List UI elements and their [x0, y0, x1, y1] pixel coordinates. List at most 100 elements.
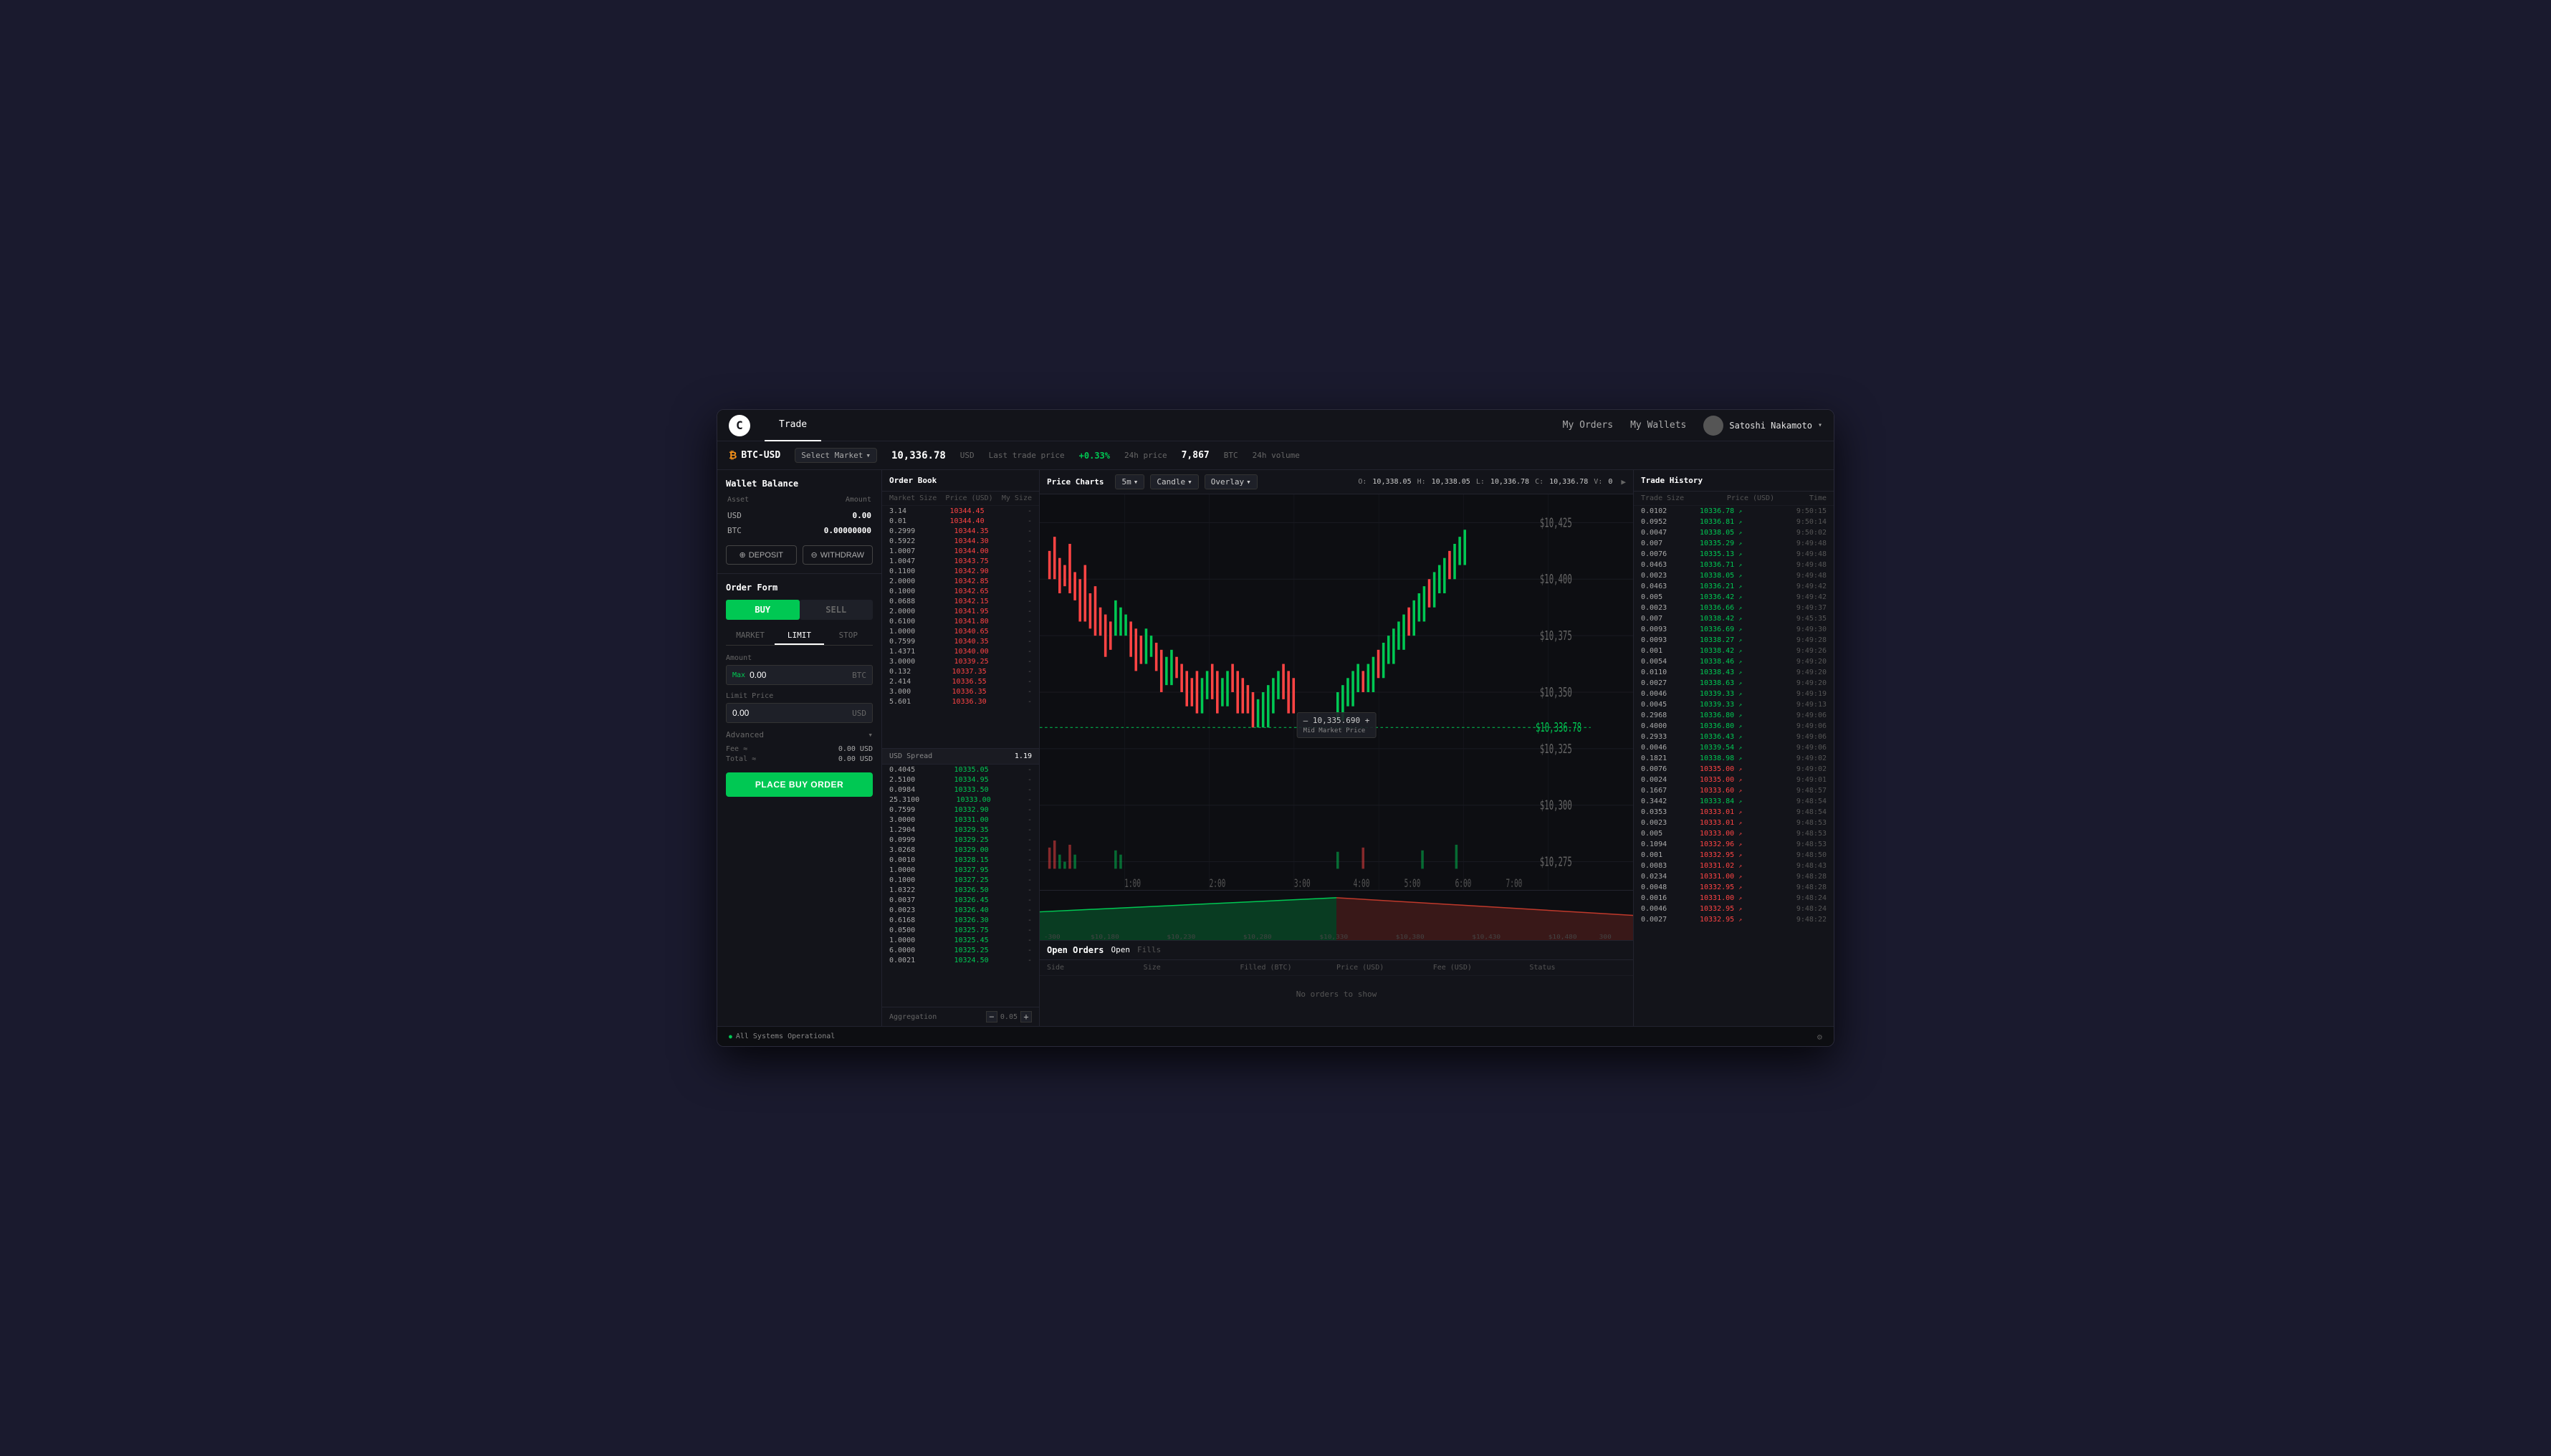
- svg-text:7:00: 7:00: [1506, 878, 1523, 890]
- max-button[interactable]: Max: [732, 671, 745, 679]
- ob-sell-row[interactable]: 3.0000 10339.25 -: [882, 656, 1039, 666]
- trade-history-row: 0.0093 10338.27 ↗ 9:49:28: [1634, 635, 1834, 646]
- ob-buy-row[interactable]: 0.4045 10335.05 -: [882, 765, 1039, 775]
- ob-sell-row[interactable]: 0.0688 10342.15 -: [882, 596, 1039, 606]
- settings-icon[interactable]: ⚙: [1817, 1032, 1822, 1042]
- trade-history-row: 0.001 10338.42 ↗ 9:49:26: [1634, 646, 1834, 656]
- status-bar: ● All Systems Operational ⚙: [717, 1026, 1834, 1046]
- order-type-tabs: MARKET LIMIT STOP: [726, 627, 873, 646]
- chart-type-selector[interactable]: Candle ▾: [1150, 474, 1198, 489]
- ob-sell-row[interactable]: 2.0000 10342.85 -: [882, 576, 1039, 586]
- deposit-button[interactable]: ⊕ DEPOSIT: [726, 545, 797, 565]
- amount-input[interactable]: [750, 666, 852, 684]
- ob-sell-row[interactable]: 1.0007 10344.00 -: [882, 546, 1039, 556]
- minus-icon: ⊖: [810, 550, 817, 560]
- ob-buy-row[interactable]: 0.6168 10326.30 -: [882, 915, 1039, 925]
- svg-text:$10,300: $10,300: [1540, 798, 1572, 813]
- order-form-title: Order Form: [726, 583, 873, 593]
- app-window: C Trade My Orders My Wallets Satoshi Nak…: [717, 409, 1834, 1047]
- amount-group: Amount Max BTC: [726, 654, 873, 685]
- o-label: O:: [1358, 478, 1367, 486]
- ob-buy-row[interactable]: 0.7599 10332.90 -: [882, 805, 1039, 815]
- svg-text:$10,230: $10,230: [1167, 934, 1195, 940]
- ob-buy-row[interactable]: 25.3100 10333.00 -: [882, 795, 1039, 805]
- ob-sell-row[interactable]: 0.1100 10342.90 -: [882, 566, 1039, 576]
- status-text: All Systems Operational: [736, 1033, 835, 1040]
- agg-increase[interactable]: +: [1020, 1011, 1032, 1022]
- stop-tab[interactable]: STOP: [824, 627, 873, 645]
- limit-price-input[interactable]: [732, 704, 852, 722]
- ob-sell-row[interactable]: 0.01 10344.40 -: [882, 516, 1039, 526]
- trade-history-row: 0.0016 10331.00 ↗ 9:48:24: [1634, 893, 1834, 904]
- depth-chart-area: -300 $10,180 $10,230 $10,280 $10,330 $10…: [1040, 890, 1633, 940]
- my-orders-link[interactable]: My Orders: [1563, 420, 1613, 431]
- ob-sell-row[interactable]: 0.6100 10341.80 -: [882, 616, 1039, 626]
- app-logo[interactable]: C: [729, 415, 750, 436]
- overlay-selector[interactable]: Overlay ▾: [1205, 474, 1258, 489]
- ob-buy-row[interactable]: 2.5100 10334.95 -: [882, 775, 1039, 785]
- ob-buy-row[interactable]: 1.0000 10325.45 -: [882, 935, 1039, 945]
- ob-sell-row[interactable]: 2.414 10336.55 -: [882, 676, 1039, 686]
- ob-sell-row[interactable]: 0.7599 10340.35 -: [882, 636, 1039, 646]
- ob-buy-row[interactable]: 0.0021 10324.50 -: [882, 955, 1039, 965]
- open-tab[interactable]: Open: [1111, 945, 1130, 955]
- th-rows: 0.0102 10336.78 ↗ 9:50:15 0.0952 10336.8…: [1634, 506, 1834, 1026]
- open-orders-section: Open Orders Open Fills Side Size Fill: [1040, 940, 1633, 1026]
- chart-play-button[interactable]: ▶: [1621, 477, 1626, 487]
- open-orders-header: Open Orders Open Fills: [1040, 941, 1633, 960]
- advanced-row[interactable]: Advanced ▾: [726, 730, 873, 739]
- ob-buy-row[interactable]: 0.0984 10333.50 -: [882, 785, 1039, 795]
- trade-history-row: 0.0023 10338.05 ↗ 9:49:48: [1634, 570, 1834, 581]
- ob-buy-row[interactable]: 0.0010 10328.15 -: [882, 855, 1039, 865]
- ob-buy-row[interactable]: 1.2904 10329.35 -: [882, 825, 1039, 835]
- ob-buy-row[interactable]: 0.0999 10329.25 -: [882, 835, 1039, 845]
- ob-buy-row[interactable]: 0.0500 10325.75 -: [882, 925, 1039, 935]
- ob-buy-row[interactable]: 1.0000 10327.95 -: [882, 865, 1039, 875]
- agg-decrease[interactable]: −: [986, 1011, 997, 1022]
- ob-sell-row[interactable]: 0.2999 10344.35 -: [882, 526, 1039, 536]
- ob-sell-row[interactable]: 1.0047 10343.75 -: [882, 556, 1039, 566]
- trade-history-row: 0.0054 10338.46 ↗ 9:49:20: [1634, 656, 1834, 667]
- limit-price-currency: USD: [852, 709, 866, 718]
- ob-sell-row[interactable]: 5.601 10336.30 -: [882, 696, 1039, 707]
- ob-buy-row[interactable]: 0.0037 10326.45 -: [882, 895, 1039, 905]
- ob-sell-row[interactable]: 3.14 10344.45 -: [882, 506, 1039, 516]
- limit-tab[interactable]: LIMIT: [775, 627, 823, 645]
- ob-sell-row[interactable]: 2.0000 10341.95 -: [882, 606, 1039, 616]
- limit-price-group: Limit Price USD: [726, 692, 873, 723]
- status-indicator: ●: [729, 1033, 732, 1040]
- my-wallets-link[interactable]: My Wallets: [1630, 420, 1686, 431]
- ob-buy-row[interactable]: 1.0322 10326.50 -: [882, 885, 1039, 895]
- ob-buy-row[interactable]: 0.0023 10326.40 -: [882, 905, 1039, 915]
- nav-tab-trade[interactable]: Trade: [765, 410, 821, 441]
- ob-buy-row[interactable]: 0.1000 10327.25 -: [882, 875, 1039, 885]
- volume-label: 24h volume: [1253, 451, 1300, 460]
- svg-text:$10,275: $10,275: [1540, 855, 1572, 870]
- buy-tab[interactable]: BUY: [726, 600, 800, 620]
- sell-tab[interactable]: SELL: [800, 600, 874, 620]
- place-order-button[interactable]: PLACE BUY ORDER: [726, 772, 873, 797]
- ob-sell-row[interactable]: 3.000 10336.35 -: [882, 686, 1039, 696]
- ob-buy-row[interactable]: 3.0000 10331.00 -: [882, 815, 1039, 825]
- ob-sell-row[interactable]: 0.1000 10342.65 -: [882, 586, 1039, 596]
- wallet-row-usd: USD 0.00: [726, 508, 873, 523]
- trade-history-row: 0.0024 10335.00 ↗ 9:49:01: [1634, 775, 1834, 785]
- market-tab[interactable]: MARKET: [726, 627, 775, 645]
- trade-history-row: 0.0463 10336.71 ↗ 9:49:48: [1634, 560, 1834, 570]
- withdraw-button[interactable]: ⊖ WITHDRAW: [803, 545, 874, 565]
- svg-text:5:00: 5:00: [1404, 878, 1421, 890]
- market-bar: ₿ BTC-USD Select Market ▾ 10,336.78 USD …: [717, 441, 1834, 470]
- fee-row: Fee ≈ 0.00 USD: [726, 745, 873, 753]
- select-market-button[interactable]: Select Market ▾: [795, 448, 877, 463]
- fills-tab[interactable]: Fills: [1137, 945, 1161, 955]
- ob-sell-row[interactable]: 1.4371 10340.00 -: [882, 646, 1039, 656]
- ob-sell-row[interactable]: 0.132 10337.35 -: [882, 666, 1039, 676]
- ob-sell-row[interactable]: 1.0000 10340.65 -: [882, 626, 1039, 636]
- ob-buy-row[interactable]: 3.0268 10329.00 -: [882, 845, 1039, 855]
- user-info[interactable]: Satoshi Nakamoto ▾: [1703, 416, 1822, 436]
- ob-buy-row[interactable]: 6.0000 10325.25 -: [882, 945, 1039, 955]
- status-left: ● All Systems Operational: [729, 1033, 835, 1040]
- svg-text:1:00: 1:00: [1124, 878, 1141, 890]
- ob-sell-row[interactable]: 0.5922 10344.30 -: [882, 536, 1039, 546]
- timeframe-selector[interactable]: 5m ▾: [1115, 474, 1144, 489]
